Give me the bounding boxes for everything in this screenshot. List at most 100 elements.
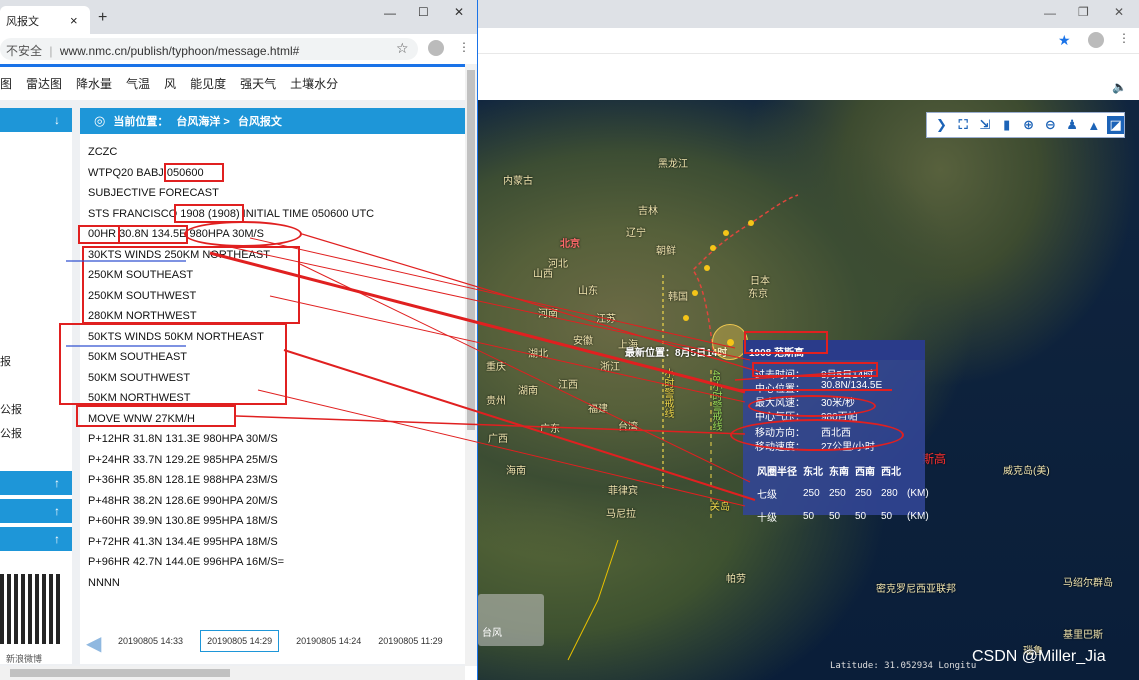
map-label-neimenggu: 内蒙古 [503, 176, 533, 187]
tab-close-icon[interactable]: × [70, 13, 78, 28]
background-browser-window: — ❐ ✕ ★ ⋮ 🔈 北京 朝鲜 韩国 日本 东京 黑龙江 吉林 辽宁 内蒙古 [478, 0, 1139, 680]
layers-icon[interactable]: ◪ [1107, 116, 1125, 134]
breadcrumb-parent[interactable]: 台风海洋 > [176, 113, 229, 129]
message-line: 30KTS WINDS 250KM NORTHEAST [88, 248, 270, 261]
collapse-toolbar-icon[interactable]: ❯ [933, 116, 950, 134]
popup-center: 中心位置： 30.8N/134.5E [755, 380, 883, 395]
hscroll-thumb[interactable] [10, 669, 230, 677]
map-label-liaoning: 辽宁 [626, 228, 646, 239]
typhoon-info-popup: 1908 范斯高 过去时间： 8月5日14时 中心位置： 30.8N/134.5E … [743, 340, 929, 524]
speaker-icon[interactable]: 🔈 [1112, 80, 1127, 94]
sidebar-expand-button[interactable]: ↑ [0, 499, 72, 523]
sidebar-collapse-button[interactable]: ↓ [0, 108, 72, 132]
nav-item-radar[interactable]: 雷达图 [26, 75, 62, 92]
sidebar-item[interactable]: 公报 [0, 401, 22, 417]
bookmark-star-icon[interactable]: ★ [1058, 32, 1071, 49]
ruler-icon[interactable]: ▮ [998, 116, 1015, 134]
map-label-shanxi: 山西 [533, 269, 553, 280]
nav-item-precipitation[interactable]: 降水量 [76, 75, 112, 92]
profile-avatar-icon[interactable] [1088, 32, 1104, 48]
popup-title: 1908 范斯高 [743, 340, 925, 360]
message-line: P+72HR 41.3N 134.4E 995HPA 18M/S [88, 535, 278, 548]
nav-item-severe-weather[interactable]: 强天气 [240, 75, 276, 92]
maximize-button[interactable]: ☐ [418, 5, 429, 19]
nav-item-wind[interactable]: 风 [164, 75, 176, 92]
bg-maximize-button[interactable]: ❐ [1078, 5, 1089, 19]
map-label-heilongjiang: 黑龙江 [658, 159, 688, 170]
url-field[interactable]: 不安全 | www.nmc.cn/publish/typhoon/message… [0, 38, 418, 60]
tab-title: 风报文 [6, 16, 39, 28]
map-legend[interactable]: 台风 [478, 594, 544, 646]
zoom-in-icon[interactable]: ⊕ [1020, 116, 1037, 134]
nav-item-temperature[interactable]: 气温 [126, 75, 150, 92]
scroll-thumb[interactable] [467, 70, 475, 430]
bg-close-button[interactable]: ✕ [1114, 5, 1124, 19]
sidebar-item[interactable]: 公报 [0, 425, 22, 441]
map-label-jiangxi: 江西 [558, 380, 578, 391]
export-icon[interactable]: ⇲ [977, 116, 994, 134]
map-label-dongjing: 东京 [748, 289, 768, 300]
breadcrumb-prefix: 当前位置： [113, 116, 169, 128]
history-item[interactable]: 20190805 14:24 [296, 636, 361, 646]
popup-speed: 移动速度： 27公里/小时 [755, 442, 875, 453]
menu-kebab-icon[interactable]: ⋮ [458, 40, 470, 54]
map-label-guangdong: 广东 [540, 424, 560, 435]
message-line: 50KM SOUTHEAST [88, 351, 188, 363]
tab-bar: 风报文 × + — ☐ ✕ [0, 0, 477, 34]
sidebar-expand-button[interactable]: ↑ [0, 527, 72, 551]
message-line: 280KM NORTHWEST [88, 310, 197, 322]
profile-avatar-icon[interactable] [428, 40, 444, 56]
map-label-henan: 河南 [538, 309, 558, 320]
history-item-active[interactable]: 20190805 14:29 [200, 630, 280, 652]
map-label-zhejiang: 浙江 [600, 362, 620, 373]
background-page-header: 🔈 [478, 54, 1139, 100]
active-tab[interactable]: 风报文 × [0, 6, 90, 34]
message-line: P+96HR 42.7N 144.0E 996HPA 16M/S= [88, 556, 285, 568]
map-label-guam: 关岛 [710, 502, 730, 513]
foreground-browser-window: 风报文 × + — ☐ ✕ 不安全 | www.nmc.cn/publish/t… [0, 0, 478, 680]
sidebar-expand-button[interactable]: ↑ [0, 471, 72, 495]
new-tab-button[interactable]: + [98, 9, 107, 27]
bookmark-star-icon[interactable]: ☆ [396, 40, 409, 57]
fullscreen-icon[interactable]: ⛶ [955, 116, 972, 134]
wind-table-header: 风圈半径 东北 东南 西南 西北 [757, 467, 901, 478]
message-line: P+12HR 31.8N 131.3E 980HPA 30M/S [88, 433, 278, 445]
message-line: 50KM SOUTHWEST [88, 371, 191, 384]
sidebar-item[interactable]: 报 [0, 353, 11, 369]
breadcrumb: ◎ 当前位置： 台风海洋 > 台风报文 [80, 108, 465, 134]
legend-label: 台风 [482, 628, 502, 639]
typhoon-center-icon[interactable] [727, 339, 734, 346]
typhoon-map[interactable]: 北京 朝鲜 韩国 日本 东京 黑龙江 吉林 辽宁 内蒙古 河北 山东 山西 河南… [478, 100, 1139, 680]
map-label-feilvbin: 菲律宾 [608, 486, 638, 497]
nav-item-visibility[interactable]: 能见度 [190, 75, 226, 92]
map-label-hainan: 海南 [506, 466, 526, 477]
close-button[interactable]: ✕ [454, 5, 464, 19]
nav-item[interactable]: 图 [0, 75, 12, 92]
message-line: 50KM NORTHWEST [88, 392, 191, 404]
history-prev-icon[interactable]: ◀ [86, 631, 101, 656]
map-label-jilin: 吉林 [638, 206, 658, 217]
zoom-out-icon[interactable]: ⊖ [1042, 116, 1059, 134]
nav-item-soil-moisture[interactable]: 土壤水分 [290, 75, 338, 92]
map-label-guangxi: 广西 [488, 434, 508, 445]
vertical-scrollbar[interactable] [465, 64, 477, 666]
message-line: WTPQ20 BABJ 050600 [88, 166, 204, 179]
bg-minimize-button[interactable]: — [1044, 6, 1056, 20]
background-tab-bar: — ❐ ✕ [478, 0, 1139, 28]
message-line: 250KM SOUTHEAST [88, 269, 194, 281]
minimize-button[interactable]: — [384, 6, 396, 20]
history-item[interactable]: 20190805 11:29 [378, 636, 442, 646]
chart-icon[interactable]: ▲ [1085, 116, 1102, 134]
message-line: P+60HR 39.9N 130.8E 995HPA 18M/S [88, 515, 278, 527]
map-label-marshall: 马绍尔群岛 [1063, 578, 1113, 589]
message-line: STS FRANCISCO 1908 (1908) INITIAL TIME 0… [88, 207, 375, 220]
wind-radius-table: 风圈半径 东北 东南 西南 西北 七级 250 250 250 280 (KM)… [755, 458, 935, 529]
horizontal-scrollbar[interactable] [0, 666, 465, 680]
person-icon[interactable]: ♟ [1064, 116, 1081, 134]
map-label-chaoxian: 朝鲜 [656, 246, 676, 257]
menu-kebab-icon[interactable]: ⋮ [1118, 31, 1130, 45]
map-label-hubei: 湖北 [528, 349, 548, 360]
warning-line-24h: 小时警戒线 [662, 368, 673, 418]
history-item[interactable]: 20190805 14:33 [118, 636, 183, 646]
map-label-taiwan: 台湾 [618, 422, 638, 433]
